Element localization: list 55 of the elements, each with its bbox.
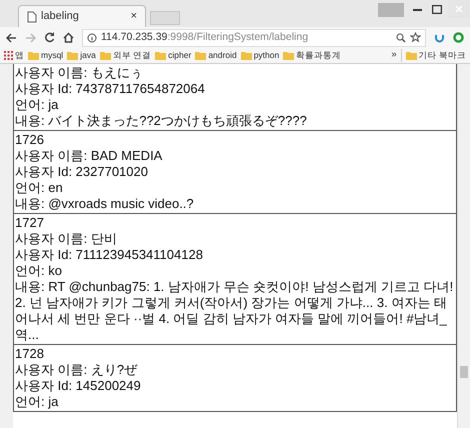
star-icon[interactable]	[410, 32, 421, 43]
record-line: 언어: en	[15, 180, 64, 196]
close-icon[interactable]: ×	[130, 8, 137, 25]
address-bar[interactable]: 114.70.235.39:9998/FilteringSystem/labeling	[82, 28, 426, 46]
record-line: 사용자 이름: 단비	[15, 231, 118, 247]
bookmark-item[interactable]: 앱	[4, 49, 24, 62]
url-text: 114.70.235.39:9998/FilteringSystem/labeling	[101, 30, 310, 45]
bookmark-item[interactable]: 외부 연결	[100, 49, 152, 62]
zoom-icon[interactable]	[396, 32, 406, 42]
record-line: 내용: RT @chunbag75: 1. 남자애가 무슨 숏컷이야! 남성스럽게 기르고 다녀! 2. 넌 남자애가 키가 그렇게 커서(작아서) 장가는 어떻게 가냐... 3. 여자는 태어나서 세 번만 운다 ··벌 4. 어딜 감히 남자가 여자들 말에 끼어들어! #남녀_역...	[15, 279, 454, 343]
folder-icon	[406, 51, 417, 60]
overflow-button[interactable]: »	[391, 48, 397, 63]
record-line: 사용자 이름: えり?ぜ	[15, 362, 138, 378]
record-line: 사용자 Id: 743787117654872064	[15, 81, 206, 97]
record-line: 사용자 Id: 711123945341104128	[15, 247, 204, 263]
record-line: 사용자 이름: もえにぅ	[15, 65, 144, 81]
folder-icon	[195, 51, 206, 60]
back-arrow-icon[interactable]	[6, 32, 17, 42]
bookmark-item[interactable]: java	[67, 49, 96, 62]
maximize-icon[interactable]	[432, 5, 442, 14]
folder-icon	[240, 51, 252, 60]
bookmark-item[interactable]: cipher	[155, 49, 192, 62]
record-line: 1727	[15, 215, 45, 231]
tab-title: labeling	[41, 9, 80, 24]
record-line: 사용자 Id: 2327701020	[15, 164, 149, 180]
folder-icon	[28, 51, 39, 60]
scroll-thumb[interactable]	[460, 366, 468, 378]
bookmark-item[interactable]: python	[240, 49, 280, 62]
close-icon	[455, 5, 463, 13]
page-icon	[27, 10, 37, 22]
extension-icon[interactable]	[453, 32, 464, 43]
info-icon	[87, 32, 97, 42]
record-line: 내용: バイト決まった??2つかけもち頑張るぞ????	[15, 113, 308, 129]
bookmark-item[interactable]: android	[195, 49, 237, 62]
minimize-icon[interactable]	[413, 8, 422, 12]
folder-icon	[155, 51, 166, 60]
record-line: 언어: ko	[15, 263, 63, 279]
record-line: 1726	[15, 132, 45, 148]
folder-icon	[283, 51, 294, 60]
record-line: 언어: ja	[15, 394, 60, 410]
extension-icon[interactable]	[434, 32, 445, 43]
apps-icon	[4, 51, 13, 60]
record-line: 사용자 이름: BAD MEDIA	[15, 148, 164, 164]
reload-icon[interactable]	[44, 32, 55, 43]
folder-icon	[100, 51, 111, 60]
record-line: 내용: @vxroads music video..?	[15, 196, 195, 212]
home-icon[interactable]	[63, 32, 74, 43]
bookmark-item[interactable]: 확률과통계	[283, 49, 342, 62]
folder-icon	[67, 51, 78, 60]
bookmark-item[interactable]: 기타 북마크	[400, 49, 466, 62]
record-line: 사용자 Id: 145200249	[15, 378, 142, 394]
record-line: 언어: ja	[15, 97, 60, 113]
record-line: 1728	[15, 346, 45, 362]
bookmark-item[interactable]: mysql	[28, 49, 64, 62]
browser-tab[interactable]: labeling ×	[18, 5, 146, 27]
